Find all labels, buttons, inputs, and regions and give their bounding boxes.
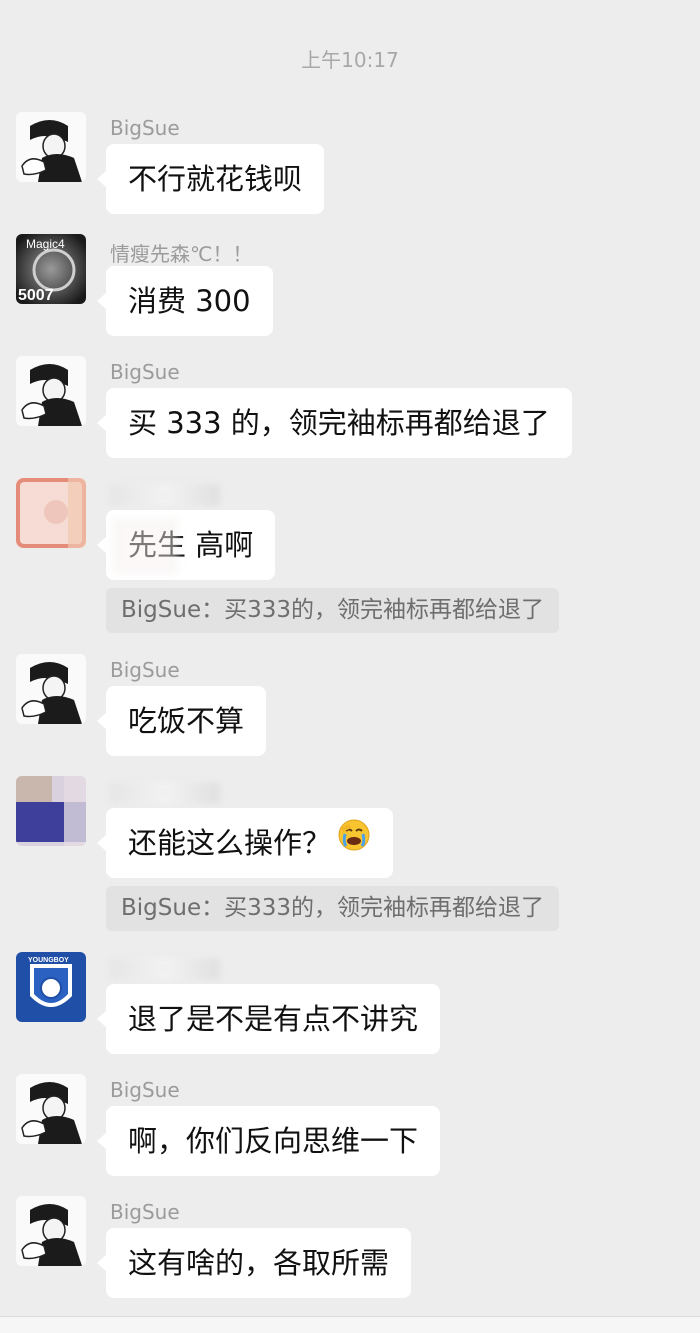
message-bubble[interactable]: 这有啥的，各取所需 (96, 1228, 412, 1298)
quoted-message[interactable]: BigSue：买333的，领完袖标再都给退了 (106, 886, 559, 931)
sender-name: BigSue (110, 1200, 180, 1224)
message-bubble[interactable]: 还能这么操作？ (96, 807, 394, 878)
message-text: 还能这么操作？ (128, 826, 332, 860)
sender-name: 情瘦先森℃！！ (110, 242, 253, 266)
sender-name-blurred (110, 958, 220, 980)
avatar[interactable] (16, 478, 86, 548)
sender-name: BigSue (110, 360, 180, 384)
sender-name: BigSue (110, 658, 180, 682)
message-bubble[interactable]: 退了是不是有点不讲究 (96, 984, 441, 1054)
sender-name-blurred (110, 782, 220, 804)
message-bubble[interactable]: 吃饭不算 (96, 686, 267, 756)
blur-overlay (112, 518, 178, 574)
avatar[interactable] (16, 654, 86, 724)
avatar-number-text: 5007 (18, 287, 54, 304)
message-bubble[interactable]: 啊，你们反向思维一下 (96, 1106, 441, 1176)
quoted-message[interactable]: BigSue：买333的，领完袖标再都给退了 (106, 588, 559, 633)
avatar[interactable] (16, 112, 86, 182)
avatar[interactable] (16, 1074, 86, 1144)
message-bubble[interactable]: 买 333 的，领完袖标再都给退了 (97, 388, 572, 458)
avatar-team-text: YOUNGBOY (28, 957, 69, 964)
avatar[interactable] (16, 356, 86, 426)
sender-name: BigSue (110, 116, 180, 140)
input-bar-edge (0, 1316, 700, 1333)
avatar[interactable]: YOUNGBOY (16, 952, 86, 1022)
avatar[interactable] (16, 1196, 86, 1266)
sender-name-blurred (110, 484, 220, 506)
avatar[interactable] (16, 776, 86, 846)
message-bubble[interactable]: 消费 300 (97, 266, 273, 336)
timestamp: 上午10:17 (301, 48, 399, 72)
sender-name: BigSue (110, 1078, 180, 1102)
facepalm-crying-emoji-icon (337, 807, 371, 877)
message-bubble[interactable]: 不行就花钱呗 (96, 144, 325, 214)
avatar[interactable]: Magic4 5007 (16, 234, 86, 304)
avatar-brand-text: Magic4 (26, 237, 65, 251)
